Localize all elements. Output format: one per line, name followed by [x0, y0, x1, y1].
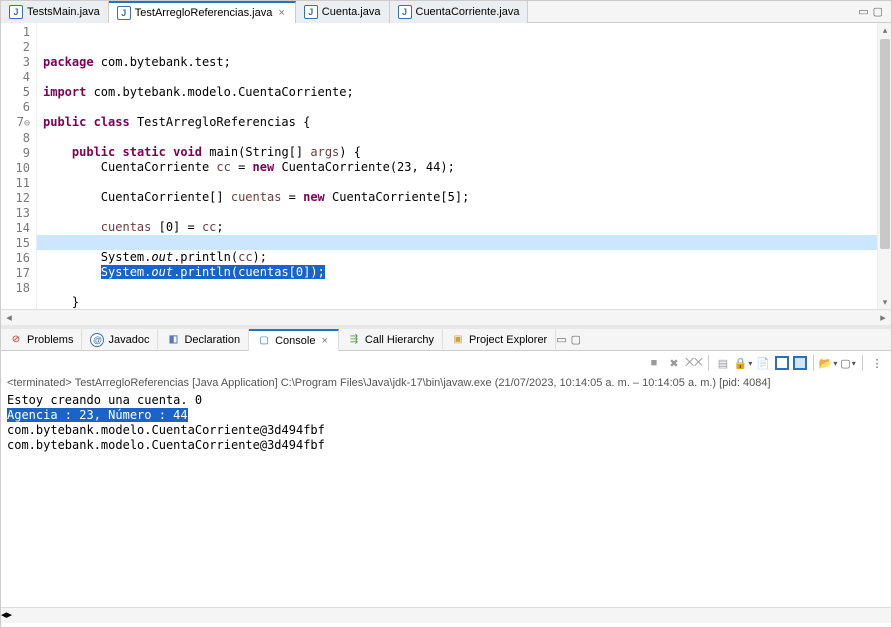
- view-tab-declaration[interactable]: ◧ Declaration: [158, 329, 249, 351]
- editor-tab-testarreglo[interactable]: J TestArregloReferencias.java ×: [109, 1, 296, 23]
- show-console-icon[interactable]: [793, 356, 807, 370]
- console-output[interactable]: Estoy creando una cuenta. 0 Agencia : 23…: [1, 391, 891, 607]
- javadoc-icon: @: [90, 333, 104, 347]
- fold-icon[interactable]: ⊖: [24, 118, 30, 129]
- line-num: 12: [1, 191, 30, 206]
- line-num: 4: [1, 70, 30, 85]
- line-num: 1: [1, 25, 30, 40]
- view-label: Call Hierarchy: [365, 334, 434, 346]
- line-gutter: 1 2 3 4 5 6 7⊖ 8 9 10 11 12 13 14 15 16 …: [1, 23, 37, 309]
- line-num: 17: [1, 266, 30, 281]
- view-tab-call-hierarchy[interactable]: ⇶ Call Hierarchy: [339, 329, 443, 351]
- code-area[interactable]: package com.bytebank.test; import com.by…: [37, 23, 891, 309]
- view-label: Console: [275, 335, 315, 347]
- editor-tab-strip: J TestsMain.java J TestArregloReferencia…: [1, 1, 891, 23]
- view-tab-project-explorer[interactable]: ▣ Project Explorer: [443, 329, 556, 351]
- line-num: 18: [1, 281, 30, 296]
- view-label: Javadoc: [108, 334, 149, 346]
- maximize-icon[interactable]: ▢: [873, 5, 883, 18]
- line-num: 14: [1, 221, 30, 236]
- line-num: 3: [1, 55, 30, 70]
- line-num: 15: [1, 236, 30, 251]
- console-toolbar: ■ ✖ ⨉⨉ ▤ 🔒 📄 📂 ▢ ⋮: [1, 351, 891, 375]
- view-menu-icon[interactable]: ⋮: [869, 355, 885, 371]
- view-tab-javadoc[interactable]: @ Javadoc: [82, 329, 158, 351]
- java-file-icon: J: [9, 5, 23, 19]
- scroll-right-icon[interactable]: ▸: [7, 608, 13, 623]
- line-num: 16: [1, 251, 30, 266]
- pin-console-icon[interactable]: [775, 356, 789, 370]
- console-icon: ▢: [257, 334, 271, 348]
- view-label: Declaration: [184, 334, 240, 346]
- open-console-icon[interactable]: ▢: [840, 355, 856, 371]
- scroll-lock-icon[interactable]: 🔒: [735, 355, 751, 371]
- tab-label: Cuenta.java: [322, 6, 381, 18]
- line-num: 9: [1, 146, 30, 161]
- view-label: Problems: [27, 334, 73, 346]
- line-num: 13: [1, 206, 30, 221]
- java-file-icon: J: [117, 6, 131, 20]
- java-file-icon: J: [398, 5, 412, 19]
- line-num: 5: [1, 85, 30, 100]
- project-explorer-icon: ▣: [451, 333, 465, 347]
- line-num: 10: [1, 161, 30, 176]
- call-hierarchy-icon: ⇶: [347, 333, 361, 347]
- problems-icon: ⊘: [9, 333, 23, 347]
- views-window-controls: ▭ ▢: [556, 333, 589, 346]
- declaration-icon: ◧: [166, 333, 180, 347]
- line-num: 2: [1, 40, 30, 55]
- console-line: com.bytebank.modelo.CuentaCorriente@3d49…: [7, 438, 325, 452]
- views-tab-strip: ⊘ Problems @ Javadoc ◧ Declaration ▢ Con…: [1, 329, 891, 351]
- tab-label: CuentaCorriente.java: [416, 6, 520, 18]
- console-launch-header: <terminated> TestArregloReferencias [Jav…: [1, 375, 891, 391]
- console-line: com.bytebank.modelo.CuentaCorriente@3d49…: [7, 423, 325, 437]
- word-wrap-icon[interactable]: 📄: [755, 355, 771, 371]
- selected-text: System.out.println(cuentas[0]);: [101, 265, 325, 279]
- scroll-left-icon[interactable]: ◂: [1, 310, 17, 326]
- console-line: Estoy creando una cuenta. 0: [7, 393, 202, 407]
- remove-all-icon[interactable]: ⨉⨉: [686, 355, 702, 371]
- view-label: Project Explorer: [469, 334, 547, 346]
- clear-console-icon[interactable]: ▤: [715, 355, 731, 371]
- editor-tab-cuentacorriente[interactable]: J CuentaCorriente.java: [390, 1, 529, 23]
- close-icon[interactable]: ×: [276, 7, 286, 19]
- editor-pane: J TestsMain.java J TestArregloReferencia…: [1, 1, 891, 329]
- terminate-icon[interactable]: ■: [646, 355, 662, 371]
- code-text: package com.bytebank.test; import com.by…: [43, 55, 885, 309]
- close-icon[interactable]: ×: [319, 335, 329, 347]
- console-horizontal-scrollbar[interactable]: ◂ ▸: [1, 607, 891, 623]
- view-tab-problems[interactable]: ⊘ Problems: [1, 329, 82, 351]
- line-num: 8: [1, 131, 30, 146]
- scroll-up-icon[interactable]: ▴: [878, 23, 891, 37]
- editor-tab-testsmain[interactable]: J TestsMain.java: [1, 1, 109, 23]
- tab-label: TestsMain.java: [27, 6, 100, 18]
- tab-label: TestArregloReferencias.java: [135, 7, 273, 19]
- minimize-icon[interactable]: ▭: [556, 333, 566, 346]
- editor-window-controls: ▭ ▢: [858, 5, 891, 18]
- java-file-icon: J: [304, 5, 318, 19]
- line-num: 6: [1, 100, 30, 115]
- scroll-right-icon[interactable]: ▸: [875, 310, 891, 326]
- remove-launch-icon[interactable]: ✖: [666, 355, 682, 371]
- line-num: 7⊖: [1, 115, 30, 131]
- views-pane: ⊘ Problems @ Javadoc ◧ Declaration ▢ Con…: [1, 329, 891, 623]
- editor-area[interactable]: 1 2 3 4 5 6 7⊖ 8 9 10 11 12 13 14 15 16 …: [1, 23, 891, 309]
- editor-tab-cuenta[interactable]: J Cuenta.java: [296, 1, 390, 23]
- display-selected-icon[interactable]: 📂: [820, 355, 836, 371]
- console-selected-line: Agencia : 23, Número : 44: [7, 408, 188, 422]
- view-tab-console[interactable]: ▢ Console ×: [249, 329, 339, 351]
- maximize-icon[interactable]: ▢: [571, 333, 581, 346]
- line-num: 11: [1, 176, 30, 191]
- horizontal-scrollbar[interactable]: ◂ ▸: [1, 309, 891, 325]
- minimize-icon[interactable]: ▭: [858, 5, 868, 18]
